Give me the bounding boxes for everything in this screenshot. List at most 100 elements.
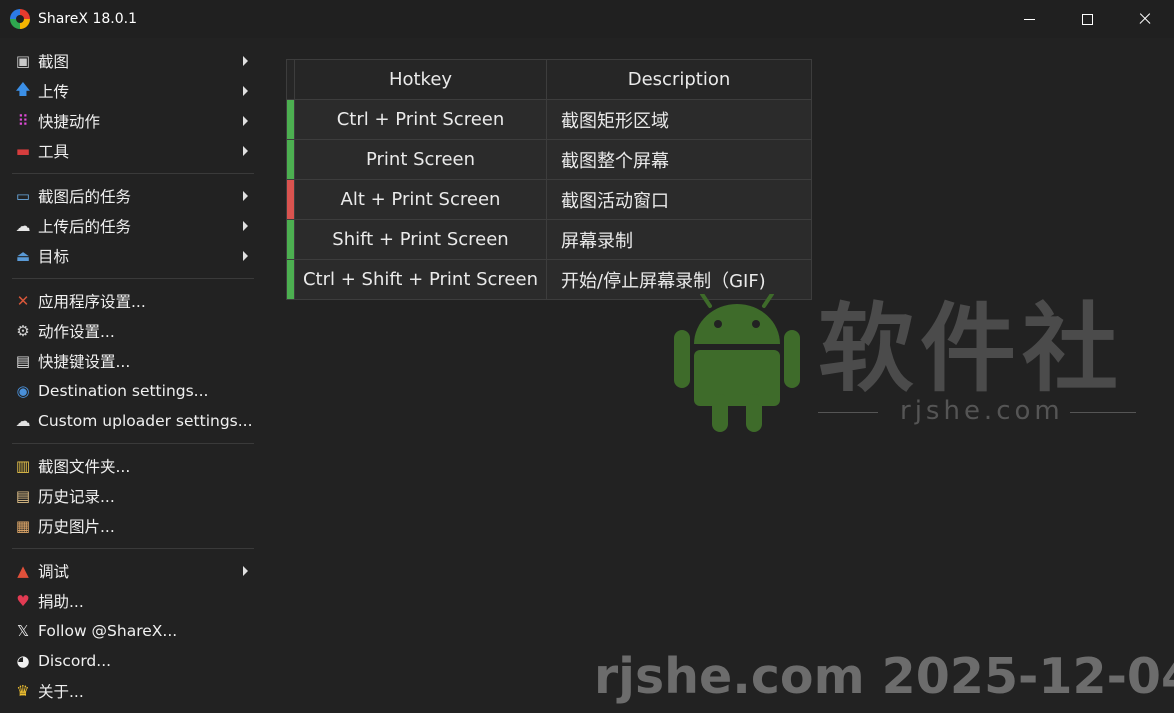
menu-item[interactable]: ◉ Destination settings... (4, 376, 260, 406)
hotkey-header[interactable]: Hotkey (294, 59, 547, 100)
main-menu: ▣ 截图 🡅 上传 ⠿ 快捷动作 ▬ 工具 ▭ 截图后的任务 ☁ 上传后的任务 ⏏ 目标 ✕ 应用程序设置..… (4, 46, 260, 706)
toolbox-icon: ▬ (15, 142, 31, 160)
window-title: ShareX 18.0.1 (38, 11, 137, 27)
title-bar: ShareX 18.0.1 (0, 0, 1174, 38)
menu-item[interactable]: ⚙ 动作设置... (4, 316, 260, 346)
gear-icon: ⚙ (16, 322, 30, 340)
watermark-stamp: rjshe.com 2025-12-04 (594, 648, 1174, 705)
hotkey-cell: Alt + Print Screen (294, 179, 547, 220)
after-upload-icon: ☁ (15, 217, 31, 235)
menu-item-label: Destination settings... (38, 382, 209, 400)
menu-item-label: 关于... (38, 683, 84, 701)
menu-item[interactable]: ▬ 工具 (4, 136, 260, 166)
submenu-arrow-icon (243, 146, 248, 156)
capture-icon: ▣ (15, 52, 31, 70)
close-button[interactable] (1116, 0, 1174, 38)
android-watermark-icon (674, 294, 800, 432)
hotkey-table: Hotkey Description Ctrl + Print Screen 截图… (286, 59, 812, 300)
menu-item[interactable]: ⏏ 目标 (4, 241, 260, 271)
hotkey-status-indicator (286, 259, 295, 300)
maximize-button[interactable] (1058, 0, 1116, 38)
menu-separator (12, 278, 254, 279)
menu-item[interactable]: ⠿ 快捷动作 (4, 106, 260, 136)
menu-item[interactable]: ♥ 捐助... (4, 586, 260, 616)
menu-item-label: 动作设置... (38, 323, 115, 341)
submenu-arrow-icon (243, 86, 248, 96)
menu-item-label: 上传 (38, 83, 70, 101)
menu-item[interactable]: ☁ 上传后的任务 (4, 211, 260, 241)
table-header-row: Hotkey Description (286, 59, 812, 100)
submenu-arrow-icon (243, 566, 248, 576)
menu-item[interactable]: ▦ 历史图片... (4, 511, 260, 541)
menu-item[interactable]: ▤ 历史记录... (4, 481, 260, 511)
description-header[interactable]: Description (546, 59, 812, 100)
menu-separator (12, 173, 254, 174)
submenu-arrow-icon (243, 116, 248, 126)
menu-item-label: 上传后的任务 (38, 218, 132, 236)
image-history-icon: ▦ (15, 517, 31, 535)
menu-item-label: 捐助... (38, 593, 84, 611)
menu-item-label: 目标 (38, 248, 70, 266)
watermark-line-left (818, 412, 878, 413)
submenu-arrow-icon (243, 56, 248, 66)
menu-item[interactable]: ♛ 关于... (4, 676, 260, 706)
hotkey-cell: Print Screen (294, 139, 547, 180)
window-controls (1000, 0, 1174, 38)
menu-separator (12, 548, 254, 549)
description-cell: 截图活动窗口 (546, 179, 812, 220)
menu-item-label: Custom uploader settings... (38, 412, 253, 430)
hotkey-status-indicator (286, 179, 295, 220)
watermark-line-right (1070, 412, 1136, 413)
watermark-site: rjshe.com (900, 396, 1064, 426)
hotkey-row[interactable]: Ctrl + Print Screen 截图矩形区域 (286, 99, 812, 140)
hotkey-status-indicator (286, 99, 295, 140)
menu-item[interactable]: 🡅 上传 (4, 76, 260, 106)
keyboard-icon: ▤ (15, 352, 31, 370)
upload-arrow-icon: 🡅 (15, 79, 31, 98)
menu-item-label: 截图后的任务 (38, 188, 132, 206)
menu-item-label: 历史记录... (38, 488, 115, 506)
hotkey-cell: Ctrl + Shift + Print Screen (294, 259, 547, 300)
menu-item[interactable]: ▥ 截图文件夹... (4, 451, 260, 481)
menu-item-label: 快捷键设置... (38, 353, 131, 371)
after-capture-icon: ▭ (15, 187, 31, 205)
menu-item-label: 截图 (38, 53, 70, 71)
menu-item-label: 快捷动作 (38, 113, 101, 131)
hotkey-row[interactable]: Alt + Print Screen 截图活动窗口 (286, 179, 812, 220)
submenu-arrow-icon (243, 251, 248, 261)
status-header (286, 59, 295, 100)
crown-icon: ♛ (16, 682, 30, 700)
x-logo-icon: 𝕏 (16, 622, 30, 640)
debug-cone-icon: ▲ (17, 562, 29, 580)
submenu-arrow-icon (243, 191, 248, 201)
hotkey-cell: Ctrl + Print Screen (294, 99, 547, 140)
menu-item-label: 工具 (38, 143, 70, 161)
cloud-icon: ☁ (15, 412, 31, 430)
menu-item[interactable]: ☁ Custom uploader settings... (4, 406, 260, 436)
menu-item[interactable]: ▲ 调试 (4, 556, 260, 586)
menu-item-label: Follow @ShareX... (38, 622, 178, 640)
destination-icon: ⏏ (15, 247, 31, 265)
menu-item[interactable]: ▭ 截图后的任务 (4, 181, 260, 211)
hotkey-status-indicator (286, 139, 295, 180)
menu-item[interactable]: ▣ 截图 (4, 46, 260, 76)
minimize-button[interactable] (1000, 0, 1058, 38)
menu-separator (12, 443, 254, 444)
hotkey-status-indicator (286, 219, 295, 260)
description-cell: 截图矩形区域 (546, 99, 812, 140)
menu-item[interactable]: ◕ Discord... (4, 646, 260, 676)
hotkey-row[interactable]: Shift + Print Screen 屏幕录制 (286, 219, 812, 260)
menu-item-label: 调试 (38, 563, 70, 581)
discord-icon: ◕ (16, 652, 30, 670)
menu-item[interactable]: ✕ 应用程序设置... (4, 286, 260, 316)
submenu-arrow-icon (243, 221, 248, 231)
heart-icon: ♥ (16, 592, 30, 610)
menu-item-label: Discord... (38, 652, 112, 670)
hotkey-cell: Shift + Print Screen (294, 219, 547, 260)
menu-item[interactable]: ▤ 快捷键设置... (4, 346, 260, 376)
hotkey-row[interactable]: Print Screen 截图整个屏幕 (286, 139, 812, 180)
menu-item-label: 截图文件夹... (38, 458, 131, 476)
sharex-logo-icon (10, 9, 30, 29)
menu-item[interactable]: 𝕏 Follow @ShareX... (4, 616, 260, 646)
menu-item-label: 应用程序设置... (38, 293, 146, 311)
